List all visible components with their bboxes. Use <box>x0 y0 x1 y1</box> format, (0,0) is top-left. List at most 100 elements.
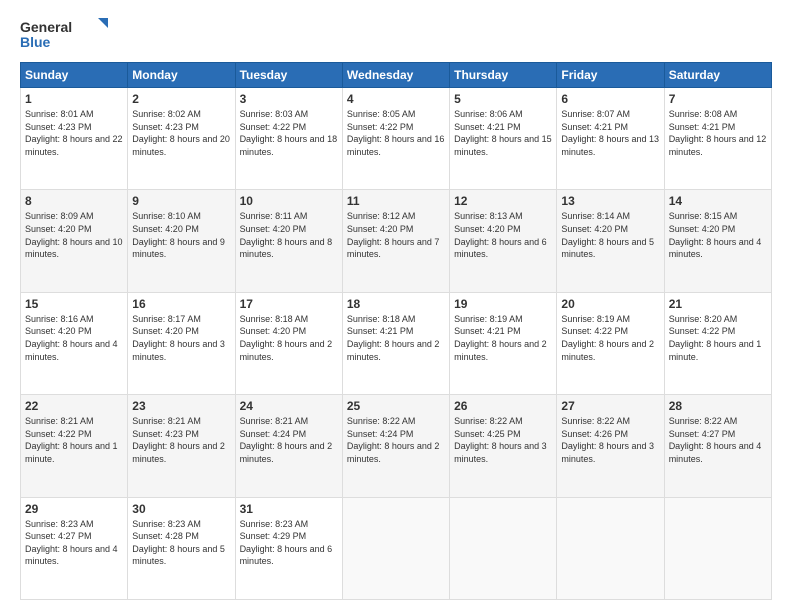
day-number: 15 <box>25 297 123 311</box>
calendar-cell: 31 Sunrise: 8:23 AMSunset: 4:29 PMDayligh… <box>235 497 342 599</box>
day-info: Sunrise: 8:03 AMSunset: 4:22 PMDaylight:… <box>240 108 338 158</box>
calendar-cell: 2 Sunrise: 8:02 AMSunset: 4:23 PMDaylight… <box>128 88 235 190</box>
calendar-cell: 7 Sunrise: 8:08 AMSunset: 4:21 PMDaylight… <box>664 88 771 190</box>
day-number: 12 <box>454 194 552 208</box>
day-number: 23 <box>132 399 230 413</box>
day-number: 3 <box>240 92 338 106</box>
calendar-cell <box>557 497 664 599</box>
day-number: 2 <box>132 92 230 106</box>
day-info: Sunrise: 8:21 AMSunset: 4:23 PMDaylight:… <box>132 415 230 465</box>
calendar-cell: 19 Sunrise: 8:19 AMSunset: 4:21 PMDayligh… <box>450 292 557 394</box>
calendar-cell: 16 Sunrise: 8:17 AMSunset: 4:20 PMDayligh… <box>128 292 235 394</box>
day-number: 13 <box>561 194 659 208</box>
calendar-cell: 24Sunrise: 8:21 AMSunset: 4:24 PMDayligh… <box>235 395 342 497</box>
day-of-week-header: Wednesday <box>342 63 449 88</box>
day-number: 29 <box>25 502 123 516</box>
day-info: Sunrise: 8:07 AMSunset: 4:21 PMDaylight:… <box>561 108 659 158</box>
calendar-cell: 26Sunrise: 8:22 AMSunset: 4:25 PMDayligh… <box>450 395 557 497</box>
calendar-cell: 28 Sunrise: 8:22 AMSunset: 4:27 PMDayligh… <box>664 395 771 497</box>
day-info: Sunrise: 8:22 AMSunset: 4:25 PMDaylight:… <box>454 415 552 465</box>
calendar-table: SundayMondayTuesdayWednesdayThursdayFrid… <box>20 62 772 600</box>
day-info: Sunrise: 8:15 AMSunset: 4:20 PMDaylight:… <box>669 210 767 260</box>
day-info: Sunrise: 8:18 AMSunset: 4:20 PMDaylight:… <box>240 313 338 363</box>
logo-svg: General Blue <box>20 16 110 52</box>
calendar-cell: 29 Sunrise: 8:23 AMSunset: 4:27 PMDayligh… <box>21 497 128 599</box>
day-info: Sunrise: 8:20 AMSunset: 4:22 PMDaylight:… <box>669 313 767 363</box>
calendar-cell: 18Sunrise: 8:18 AMSunset: 4:21 PMDayligh… <box>342 292 449 394</box>
svg-text:General: General <box>20 19 72 35</box>
day-number: 10 <box>240 194 338 208</box>
calendar-cell: 27 Sunrise: 8:22 AMSunset: 4:26 PMDayligh… <box>557 395 664 497</box>
day-info: Sunrise: 8:23 AMSunset: 4:28 PMDaylight:… <box>132 518 230 568</box>
day-number: 16 <box>132 297 230 311</box>
day-info: Sunrise: 8:19 AMSunset: 4:22 PMDaylight:… <box>561 313 659 363</box>
calendar-cell <box>342 497 449 599</box>
day-number: 24 <box>240 399 338 413</box>
day-info: Sunrise: 8:08 AMSunset: 4:21 PMDaylight:… <box>669 108 767 158</box>
calendar-week-row: 15 Sunrise: 8:16 AMSunset: 4:20 PMDayligh… <box>21 292 772 394</box>
day-of-week-header: Sunday <box>21 63 128 88</box>
day-of-week-header: Tuesday <box>235 63 342 88</box>
calendar-cell: 4 Sunrise: 8:05 AMSunset: 4:22 PMDaylight… <box>342 88 449 190</box>
calendar-cell: 21 Sunrise: 8:20 AMSunset: 4:22 PMDayligh… <box>664 292 771 394</box>
day-of-week-header: Friday <box>557 63 664 88</box>
calendar-cell: 11Sunrise: 8:12 AMSunset: 4:20 PMDayligh… <box>342 190 449 292</box>
day-number: 21 <box>669 297 767 311</box>
day-info: Sunrise: 8:23 AMSunset: 4:29 PMDaylight:… <box>240 518 338 568</box>
day-number: 22 <box>25 399 123 413</box>
calendar-week-row: 29 Sunrise: 8:23 AMSunset: 4:27 PMDayligh… <box>21 497 772 599</box>
calendar-cell: 17 Sunrise: 8:18 AMSunset: 4:20 PMDayligh… <box>235 292 342 394</box>
calendar-cell: 13 Sunrise: 8:14 AMSunset: 4:20 PMDayligh… <box>557 190 664 292</box>
day-info: Sunrise: 8:21 AMSunset: 4:22 PMDaylight:… <box>25 415 123 465</box>
calendar-cell <box>664 497 771 599</box>
day-number: 11 <box>347 194 445 208</box>
day-info: Sunrise: 8:16 AMSunset: 4:20 PMDaylight:… <box>25 313 123 363</box>
day-number: 5 <box>454 92 552 106</box>
day-number: 17 <box>240 297 338 311</box>
calendar-cell: 14 Sunrise: 8:15 AMSunset: 4:20 PMDayligh… <box>664 190 771 292</box>
day-info: Sunrise: 8:22 AMSunset: 4:26 PMDaylight:… <box>561 415 659 465</box>
day-number: 19 <box>454 297 552 311</box>
day-info: Sunrise: 8:05 AMSunset: 4:22 PMDaylight:… <box>347 108 445 158</box>
calendar-week-row: 22 Sunrise: 8:21 AMSunset: 4:22 PMDayligh… <box>21 395 772 497</box>
calendar-cell <box>450 497 557 599</box>
day-info: Sunrise: 8:19 AMSunset: 4:21 PMDaylight:… <box>454 313 552 363</box>
day-number: 6 <box>561 92 659 106</box>
day-of-week-header: Thursday <box>450 63 557 88</box>
day-info: Sunrise: 8:22 AMSunset: 4:27 PMDaylight:… <box>669 415 767 465</box>
day-number: 1 <box>25 92 123 106</box>
calendar-cell: 3 Sunrise: 8:03 AMSunset: 4:22 PMDaylight… <box>235 88 342 190</box>
day-of-week-header: Monday <box>128 63 235 88</box>
day-info: Sunrise: 8:11 AMSunset: 4:20 PMDaylight:… <box>240 210 338 260</box>
day-number: 27 <box>561 399 659 413</box>
day-info: Sunrise: 8:17 AMSunset: 4:20 PMDaylight:… <box>132 313 230 363</box>
calendar-cell: 6 Sunrise: 8:07 AMSunset: 4:21 PMDaylight… <box>557 88 664 190</box>
day-number: 20 <box>561 297 659 311</box>
calendar-cell: 10 Sunrise: 8:11 AMSunset: 4:20 PMDayligh… <box>235 190 342 292</box>
day-number: 31 <box>240 502 338 516</box>
day-number: 14 <box>669 194 767 208</box>
day-number: 7 <box>669 92 767 106</box>
day-of-week-header: Saturday <box>664 63 771 88</box>
calendar-cell: 23 Sunrise: 8:21 AMSunset: 4:23 PMDayligh… <box>128 395 235 497</box>
calendar-header: SundayMondayTuesdayWednesdayThursdayFrid… <box>21 63 772 88</box>
day-number: 4 <box>347 92 445 106</box>
day-info: Sunrise: 8:23 AMSunset: 4:27 PMDaylight:… <box>25 518 123 568</box>
day-info: Sunrise: 8:09 AMSunset: 4:20 PMDaylight:… <box>25 210 123 260</box>
day-number: 18 <box>347 297 445 311</box>
day-info: Sunrise: 8:13 AMSunset: 4:20 PMDaylight:… <box>454 210 552 260</box>
logo: General Blue <box>20 16 110 52</box>
svg-text:Blue: Blue <box>20 34 51 50</box>
day-number: 9 <box>132 194 230 208</box>
day-number: 28 <box>669 399 767 413</box>
page: General Blue SundayMondayTuesdayWednesda… <box>0 0 792 612</box>
day-info: Sunrise: 8:02 AMSunset: 4:23 PMDaylight:… <box>132 108 230 158</box>
calendar-cell: 25Sunrise: 8:22 AMSunset: 4:24 PMDayligh… <box>342 395 449 497</box>
day-number: 30 <box>132 502 230 516</box>
day-info: Sunrise: 8:14 AMSunset: 4:20 PMDaylight:… <box>561 210 659 260</box>
calendar-cell: 8Sunrise: 8:09 AMSunset: 4:20 PMDaylight… <box>21 190 128 292</box>
calendar-week-row: 8Sunrise: 8:09 AMSunset: 4:20 PMDaylight… <box>21 190 772 292</box>
day-info: Sunrise: 8:22 AMSunset: 4:24 PMDaylight:… <box>347 415 445 465</box>
calendar-cell: 1Sunrise: 8:01 AMSunset: 4:23 PMDaylight… <box>21 88 128 190</box>
calendar-cell: 9Sunrise: 8:10 AMSunset: 4:20 PMDaylight… <box>128 190 235 292</box>
